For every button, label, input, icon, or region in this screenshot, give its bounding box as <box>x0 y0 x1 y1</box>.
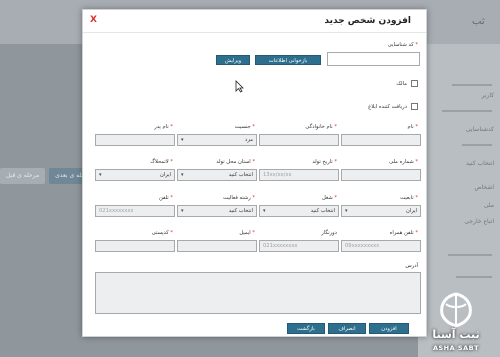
national-id-label: * شماره ملی <box>389 159 418 165</box>
city-select[interactable]: ▾ ایران <box>95 169 175 181</box>
national-id-input[interactable] <box>341 169 421 181</box>
mobile-input[interactable]: 09xxxxxxxxx <box>341 240 421 252</box>
id-code-input[interactable] <box>327 52 420 66</box>
father-name-input[interactable] <box>95 134 175 146</box>
last-name-label: * نام خانوادگی <box>305 124 337 130</box>
back-button[interactable]: بازگشت <box>287 323 325 334</box>
id-code-label: * کد شناسایی <box>387 42 418 48</box>
gender-select[interactable]: ▾ مرد <box>177 134 257 146</box>
phone-input[interactable]: 021xxxxxxxx <box>95 205 175 217</box>
notify-checkbox[interactable] <box>411 103 418 110</box>
birth-province-select[interactable]: ▾ انتخاب کنید <box>177 169 257 181</box>
activity-field-select[interactable]: ▾ انتخاب کنید <box>177 205 257 217</box>
background-text-4: اشخاص <box>474 184 494 191</box>
nationality-select[interactable]: ▾ ایران <box>341 205 421 217</box>
background-text-2: کدشناسایی <box>465 126 494 133</box>
postal-code-input[interactable] <box>95 240 175 252</box>
first-name-input[interactable] <box>341 134 421 146</box>
asha-sabt-logo: ثبت آسنا ASHA SABT <box>420 290 492 355</box>
owner-checkbox-row[interactable]: مالک <box>396 80 418 87</box>
add-person-modal: افزودن شخص جدید X * کد شناسایی بازخوانی … <box>82 9 427 337</box>
background-title: ثب <box>472 16 485 27</box>
chevron-down-icon: ▾ <box>99 172 102 178</box>
modal-title: افزودن شخص جدید <box>324 16 411 26</box>
last-name-input[interactable] <box>259 134 339 146</box>
edit-button[interactable]: ویرایش <box>216 55 250 65</box>
background-text-6: اتباع خارجی <box>464 218 494 225</box>
reload-info-button[interactable]: بازخوانی اطلاعات <box>255 55 321 65</box>
nationality-label: * تابعیت <box>400 195 418 201</box>
notify-checkbox-row[interactable]: دریافت کننده ابلاغ <box>368 103 418 110</box>
notify-label: دریافت کننده ابلاغ <box>368 103 407 110</box>
email-input[interactable] <box>177 240 257 252</box>
logo-text-fa: ثبت آسنا <box>432 328 480 341</box>
address-label: آدرس <box>405 263 418 269</box>
background-text-1: کاربر <box>481 92 494 99</box>
cancel-button[interactable]: انصراف <box>328 323 366 334</box>
email-label: * ایمیل <box>239 230 255 236</box>
fax-label: دورنگار <box>321 230 337 236</box>
fax-input[interactable]: 021xxxxxxxx <box>259 240 339 252</box>
owner-checkbox[interactable] <box>411 80 418 87</box>
gender-label: * جنسیت <box>234 124 255 130</box>
chevron-down-icon: ▾ <box>345 208 348 214</box>
chevron-down-icon: ▾ <box>181 208 184 214</box>
activity-field-label: * رشته فعالیت <box>223 195 255 201</box>
chevron-down-icon: ▾ <box>263 208 266 214</box>
job-select[interactable]: ▾ انتخاب کنید <box>259 205 339 217</box>
birth-date-label: * تاریخ تولد <box>312 159 337 165</box>
first-name-label: * نام <box>407 124 419 130</box>
address-textarea[interactable] <box>95 272 421 314</box>
job-label: * شغل <box>321 195 337 201</box>
father-name-label: * نام پدر <box>154 124 173 130</box>
birth-province-label: * استان محل تولد <box>216 159 255 165</box>
add-button[interactable]: افزودن <box>369 323 409 334</box>
owner-label: مالک <box>396 80 407 87</box>
asha-sabt-emblem-icon <box>440 292 472 328</box>
background-text-5: ملی <box>483 202 494 209</box>
city-label: * لاتمحلاگ <box>150 159 173 165</box>
chevron-down-icon: ▾ <box>181 172 184 178</box>
mouse-cursor-icon <box>235 80 244 93</box>
phone-label: * تلفن <box>159 195 173 201</box>
birth-date-input[interactable]: 13xx/xx/xx <box>259 169 339 181</box>
title-divider <box>83 32 426 33</box>
background-text-3: انتخاب کنید <box>465 160 494 167</box>
postal-code-label: * کدپستی <box>151 230 173 236</box>
close-icon[interactable]: X <box>90 15 97 25</box>
logo-text-en: ASHA SABT <box>432 344 480 352</box>
mobile-label: * تلفن همراه <box>389 230 418 236</box>
background-prev-button: مرحله ی قبل <box>0 168 46 184</box>
chevron-down-icon: ▾ <box>181 137 184 143</box>
